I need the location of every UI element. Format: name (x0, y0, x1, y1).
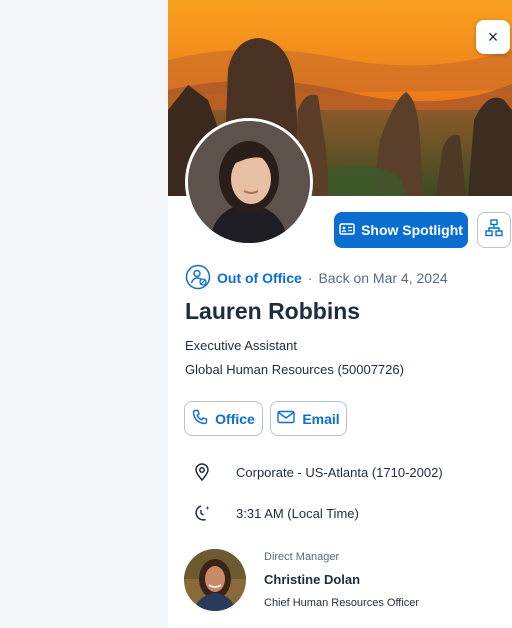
manager-name[interactable]: Christine Dolan (264, 572, 360, 587)
back-date: Back on Mar 4, 2024 (318, 270, 448, 286)
show-spotlight-button[interactable]: Show Spotlight (334, 212, 468, 248)
out-of-office-icon (185, 264, 211, 293)
local-time-text: 3:31 AM (Local Time) (236, 505, 359, 521)
location-text: Corporate - US-Atlanta (1710-2002) (236, 464, 443, 480)
email-label: Email (302, 410, 340, 427)
job-title: Executive Assistant (185, 338, 297, 353)
availability-status: Out of Office · Back on Mar 4, 2024 (185, 264, 448, 292)
manager-avatar[interactable] (184, 549, 246, 611)
moon-clock-icon (192, 503, 212, 523)
location-pin-icon (192, 462, 212, 482)
left-pane (0, 0, 168, 628)
status-label[interactable]: Out of Office (217, 270, 302, 286)
id-card-icon (339, 222, 355, 239)
org-chart-button[interactable] (477, 212, 511, 248)
profile-avatar (185, 118, 313, 246)
person-name: Lauren Robbins (185, 298, 361, 324)
local-time-row: 3:31 AM (Local Time) (192, 500, 359, 526)
manager-title: Chief Human Resources Officer (264, 597, 420, 609)
org-chart-icon (485, 218, 503, 242)
location-row: Corporate - US-Atlanta (1710-2002) (192, 459, 443, 485)
office-button[interactable]: Office (184, 401, 263, 436)
department: Global Human Resources (50007726) (185, 362, 404, 377)
direct-manager-label: Direct Manager (264, 551, 340, 563)
close-button[interactable]: × (476, 20, 510, 54)
close-icon: × (487, 26, 499, 47)
status-separator: · (307, 270, 313, 286)
phone-icon (192, 409, 208, 428)
email-button[interactable]: Email (270, 401, 347, 436)
profile-card: × Show Spotlight Out of Office · Back on… (168, 0, 512, 628)
email-icon (277, 410, 296, 427)
show-spotlight-label: Show Spotlight (361, 222, 463, 238)
office-label: Office (215, 410, 255, 427)
